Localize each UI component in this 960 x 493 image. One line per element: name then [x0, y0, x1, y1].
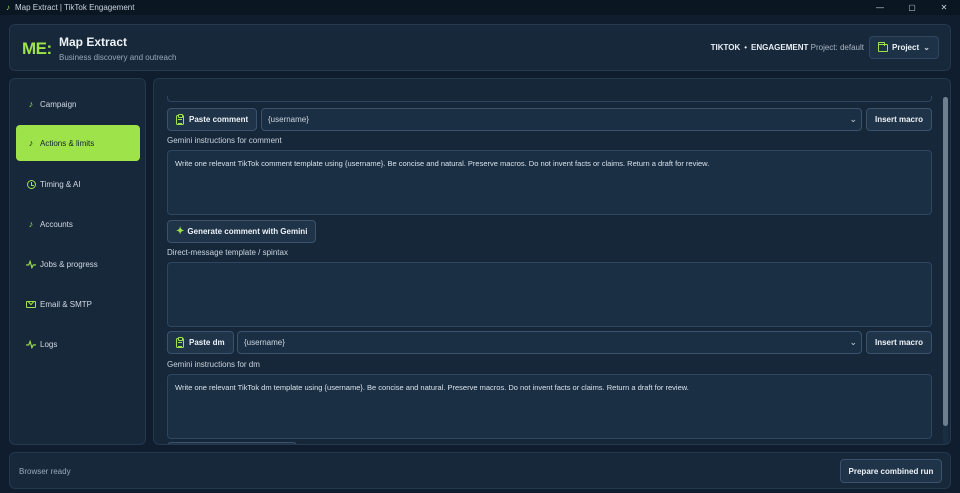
sidebar-item-email-smtp[interactable]: Email & SMTP: [16, 286, 140, 322]
generate-comment-label: Generate comment with Gemini: [187, 227, 308, 236]
insert-macro-label: Insert macro: [874, 338, 924, 347]
dm-macro-select[interactable]: {username} ⌄: [237, 331, 862, 354]
maximize-button[interactable]: ▢: [896, 0, 928, 15]
separator: •: [744, 43, 748, 52]
sidebar-item-label: Campaign: [40, 99, 77, 109]
tiktok-icon: ♪: [28, 99, 34, 109]
browser-status: Browser ready: [19, 467, 71, 476]
pulse-icon: [26, 339, 36, 349]
vertical-scrollbar[interactable]: [943, 97, 948, 444]
insert-macro-comment-button[interactable]: Insert macro: [866, 108, 932, 131]
status-bar: Browser ready Prepare combined run: [9, 452, 951, 489]
dm-macro-value: {username}: [244, 338, 285, 347]
comment-macro-select[interactable]: {username} ⌄: [261, 108, 862, 131]
pulse-icon: [26, 259, 36, 269]
project-button-label: Project: [892, 43, 920, 52]
clipboard-icon: [176, 113, 184, 125]
header-context: TIKTOK • ENGAGEMENT Project: default: [711, 43, 864, 52]
tiktok-icon: ♪: [28, 138, 34, 148]
minimize-button[interactable]: —: [864, 0, 896, 15]
sidebar-item-label: Accounts: [40, 219, 73, 229]
chevron-down-icon: ⌄: [923, 43, 930, 52]
gemini-dm-instructions[interactable]: Write one relevant TikTok dm template us…: [167, 374, 932, 439]
mode-label: ENGAGEMENT: [751, 43, 809, 52]
paste-dm-label: Paste dm: [189, 338, 225, 347]
gemini-dm-label: Gemini instructions for dm: [167, 360, 260, 369]
gemini-comment-label: Gemini instructions for comment: [167, 136, 282, 145]
scrollbar-thumb[interactable]: [943, 97, 948, 426]
app-subtitle: Business discovery and outreach: [59, 53, 177, 62]
insert-macro-dm-button[interactable]: Insert macro: [866, 331, 932, 354]
tiktok-icon: ♪: [28, 219, 34, 229]
chevron-down-icon: ⌄: [849, 114, 857, 124]
app-title: Map Extract: [59, 35, 128, 49]
sidebar-item-actions-limits[interactable]: ♪ Actions & limits: [16, 125, 140, 161]
previous-field-edge: [167, 96, 932, 102]
close-button[interactable]: ✕: [928, 0, 960, 15]
app-logo: ME:: [22, 39, 52, 58]
sidebar-item-timing-ai[interactable]: Timing & AI: [16, 166, 140, 202]
sidebar-item-label: Timing & AI: [40, 179, 81, 189]
clock-icon: [26, 179, 36, 189]
comment-macro-value: {username}: [268, 115, 309, 124]
project-status: Project: default: [810, 43, 864, 52]
dm-template-label: Direct-message template / spintax: [167, 248, 288, 257]
app-header: ME: Map Extract Business discovery and o…: [9, 24, 951, 71]
mail-icon: [26, 299, 36, 309]
clipboard-icon: [176, 336, 184, 348]
platform-label: TIKTOK: [710, 43, 741, 52]
gemini-comment-instructions[interactable]: Write one relevant TikTok comment templa…: [167, 150, 932, 215]
sidebar-item-label: Jobs & progress: [40, 259, 98, 269]
sidebar-item-campaign[interactable]: ♪ Campaign: [16, 86, 140, 122]
chevron-down-icon: ⌄: [849, 337, 857, 347]
sidebar-item-jobs-progress[interactable]: Jobs & progress: [16, 246, 140, 282]
generate-comment-button[interactable]: ✦ Generate comment with Gemini: [167, 220, 317, 243]
dm-template-field[interactable]: [167, 262, 932, 327]
paste-comment-label: Paste comment: [189, 115, 249, 124]
paste-dm-button[interactable]: Paste dm: [167, 331, 234, 354]
sidebar-item-label: Actions & limits: [40, 138, 95, 148]
folder-icon: [878, 41, 888, 52]
sparkle-icon: ✦: [176, 226, 185, 237]
project-button[interactable]: Project ⌄: [869, 36, 939, 59]
window-title: Map Extract | TikTok Engagement: [15, 3, 135, 12]
generate-dm-button[interactable]: [167, 442, 297, 444]
scroll-area[interactable]: Paste comment {username} ⌄ Insert macro …: [154, 79, 950, 444]
insert-macro-label: Insert macro: [874, 115, 924, 124]
sidebar-item-logs[interactable]: Logs: [16, 326, 140, 362]
paste-comment-button[interactable]: Paste comment: [167, 108, 258, 131]
tiktok-icon: ♪: [6, 3, 10, 12]
sidebar-item-label: Logs: [40, 339, 58, 349]
actions-panel: Paste comment {username} ⌄ Insert macro …: [153, 78, 951, 445]
prepare-combined-run-button[interactable]: Prepare combined run: [840, 459, 942, 483]
sidebar-item-label: Email & SMTP: [40, 299, 93, 309]
sidebar: ♪ Campaign ♪ Actions & limits Timing & A…: [9, 78, 146, 445]
window-titlebar: ♪ Map Extract | TikTok Engagement — ▢ ✕: [0, 0, 960, 15]
window-controls: — ▢ ✕: [864, 0, 960, 15]
sidebar-item-accounts[interactable]: ♪ Accounts: [16, 206, 140, 242]
